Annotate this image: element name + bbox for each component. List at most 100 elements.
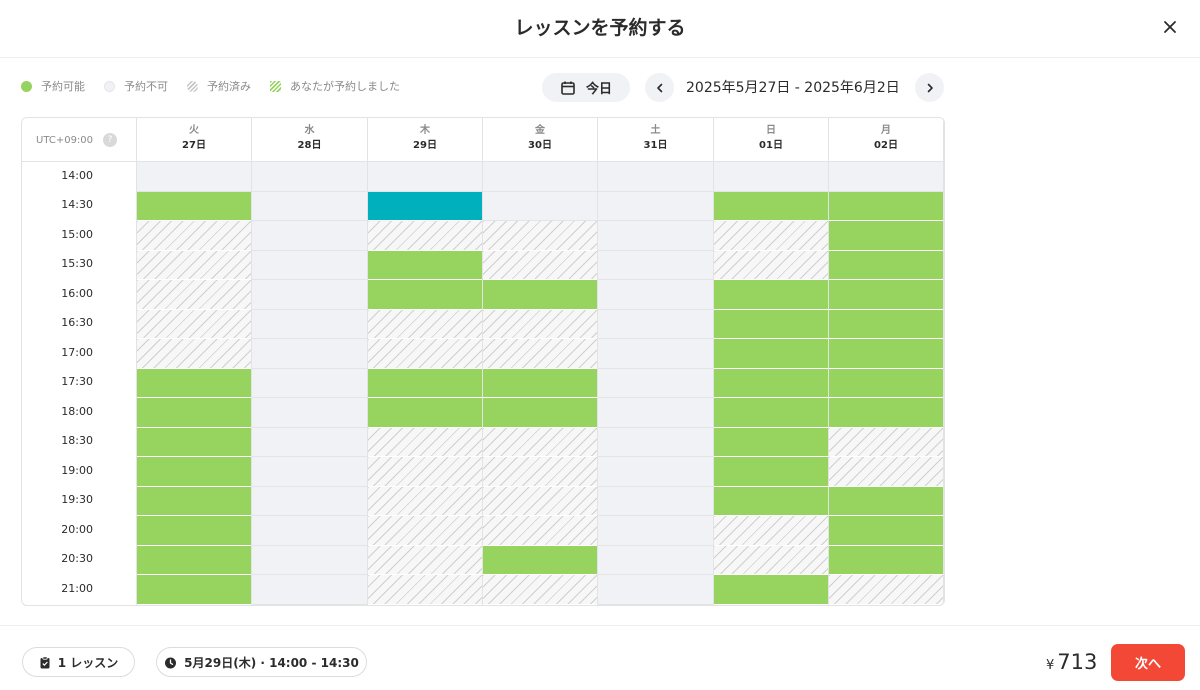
calendar-icon: [561, 81, 575, 95]
day-date: 01日: [759, 140, 783, 151]
available-slot[interactable]: [714, 191, 828, 221]
unavailable-slot: [598, 280, 713, 310]
available-slot[interactable]: [714, 457, 828, 487]
day-weekday: 木: [420, 125, 430, 136]
unavailable-slot: [598, 250, 713, 280]
unavailable-slot: [368, 162, 482, 192]
available-slot[interactable]: [137, 398, 251, 428]
available-slot[interactable]: [137, 486, 251, 516]
available-slot[interactable]: [714, 575, 828, 605]
available-slot[interactable]: [137, 457, 251, 487]
legend-label: 予約不可: [124, 80, 168, 93]
unavailable-slot: [598, 221, 713, 251]
chevron-left-icon: [656, 83, 662, 92]
available-slot[interactable]: [714, 368, 828, 398]
available-slot[interactable]: [368, 398, 482, 428]
time-label: 14:00: [61, 168, 93, 182]
unavailable-slot: [598, 368, 713, 398]
selected-slot[interactable]: [368, 191, 482, 221]
available-slot[interactable]: [714, 486, 828, 516]
booked-slot: [829, 427, 943, 457]
unavailable-slot: [598, 309, 713, 339]
available-slot[interactable]: [368, 368, 482, 398]
available-slot[interactable]: [714, 398, 828, 428]
time-column: 13:3014:0014:3015:0015:3016:0016:3017:00…: [22, 150, 137, 605]
close-icon[interactable]: [1157, 14, 1183, 40]
time-label: 20:30: [61, 552, 93, 565]
available-slot[interactable]: [137, 191, 251, 221]
available-slot[interactable]: [829, 309, 943, 339]
available-slot[interactable]: [829, 280, 943, 310]
available-slot[interactable]: [137, 545, 251, 575]
available-slot[interactable]: [137, 368, 251, 398]
available-slot[interactable]: [483, 545, 597, 575]
booked-slot: [137, 221, 251, 251]
day-column: [137, 162, 252, 605]
day-header: 土 31日: [598, 118, 714, 162]
booked-slot: [714, 545, 828, 575]
unavailable-slot: [598, 339, 713, 369]
booking-modal: レッスンを予約する 予約可能 予約不可 予約済み あなたが予約しました 今日 2…: [0, 0, 1200, 690]
unavailable-slot: [252, 427, 367, 457]
time-label: 19:00: [61, 463, 93, 477]
available-slot[interactable]: [714, 280, 828, 310]
booked-slot: [714, 516, 828, 546]
modal-header: レッスンを予約する: [0, 0, 1200, 58]
booked-slot: [483, 486, 597, 516]
time-label: 18:30: [61, 434, 93, 447]
available-slot[interactable]: [483, 368, 597, 398]
available-slot[interactable]: [829, 250, 943, 280]
available-slot[interactable]: [714, 427, 828, 457]
time-label: 19:30: [61, 493, 93, 506]
available-slot[interactable]: [714, 309, 828, 339]
available-slot[interactable]: [829, 398, 943, 428]
available-slot[interactable]: [137, 427, 251, 457]
prev-week-button[interactable]: [645, 73, 674, 102]
day-header: 金 30日: [483, 118, 598, 162]
legend-unavailable: 予約不可: [104, 78, 168, 94]
day-header: 日 01日: [714, 118, 829, 162]
help-icon[interactable]: ?: [103, 133, 118, 147]
lesson-count-pill[interactable]: 1 レッスン: [22, 647, 135, 677]
day-weekday: 土: [650, 125, 661, 136]
booked-slot: [137, 339, 251, 369]
available-slot[interactable]: [137, 516, 251, 546]
legend-available: 予約可能: [21, 78, 85, 94]
unavailable-slot: [483, 162, 597, 192]
available-slot[interactable]: [829, 545, 943, 575]
available-slot[interactable]: [829, 221, 943, 251]
unavailable-slot: [598, 191, 713, 221]
next-button[interactable]: 次へ: [1111, 644, 1185, 681]
booked-slot: [368, 339, 482, 369]
booked-slot: [368, 575, 482, 605]
available-slot[interactable]: [714, 339, 828, 369]
unavailable-slot: [252, 309, 367, 339]
currency-symbol: ¥: [1046, 658, 1055, 673]
available-slot[interactable]: [137, 575, 251, 605]
unavailable-slot: [598, 545, 713, 575]
available-slot[interactable]: [368, 250, 482, 280]
available-slot[interactable]: [368, 280, 482, 310]
day-header: 月 02日: [829, 118, 944, 162]
day-column: [252, 162, 368, 605]
day-column: [368, 162, 483, 605]
next-week-button[interactable]: [915, 73, 944, 102]
selected-slot-pill[interactable]: 5月29日(木) · 14:00 - 14:30: [156, 647, 367, 677]
unavailable-slot: [252, 191, 367, 221]
unavailable-slot: [252, 398, 367, 428]
available-slot[interactable]: [829, 339, 943, 369]
available-slot[interactable]: [829, 191, 943, 221]
today-button[interactable]: 今日: [542, 73, 630, 102]
booked-slot: [137, 309, 251, 339]
booked-slot: [483, 339, 597, 369]
today-label: 今日: [585, 82, 612, 97]
available-slot[interactable]: [483, 398, 597, 428]
unavailable-slot: [714, 162, 828, 192]
available-slot[interactable]: [829, 516, 943, 546]
booked-slot: [368, 545, 482, 575]
available-slot[interactable]: [483, 280, 597, 310]
available-slot[interactable]: [829, 486, 943, 516]
available-slot[interactable]: [829, 368, 943, 398]
time-label: 17:30: [61, 375, 93, 388]
calendar-header: UTC+09:00 ? 火 27日 水 28日 木 29日 金 30日 土 31日 日 01日 月 02日: [22, 118, 944, 162]
